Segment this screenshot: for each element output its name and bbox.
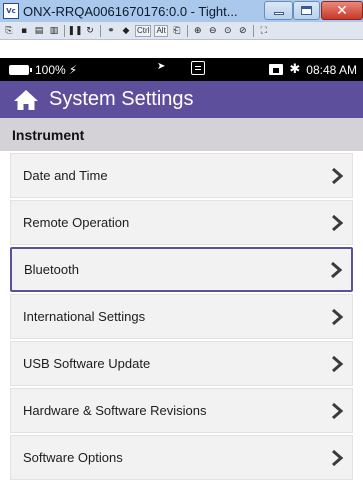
vnc-toolbar: ⎘ ▪ ▤ ▥ ❚❚ ↻ ⚭ ◆ Ctrl Alt ⎗ ⊕ ⊖ ⊙ ⊘ ⛶ xyxy=(0,22,363,40)
menu-item-label: Software Options xyxy=(23,450,123,465)
device-status-bar: 100% ⚡ ➤ ✱ 08:48 AM xyxy=(0,58,363,81)
page-title: System Settings xyxy=(49,88,194,110)
window-title: ONX-RRQA0061670176:0.0 - Tight... xyxy=(23,3,238,19)
window-titlebar[interactable]: Vc ONX-RRQA0061670176:0.0 - Tight... ✕ xyxy=(0,0,363,22)
pause-icon[interactable]: ❚❚ xyxy=(67,25,82,37)
menu-item-date-and-time[interactable]: Date and Time xyxy=(10,153,353,198)
menu-item-label: Date and Time xyxy=(23,168,108,183)
info-icon[interactable]: ▥ xyxy=(48,25,60,37)
refresh-icon[interactable]: ↻ xyxy=(84,25,96,37)
chevron-right-icon xyxy=(331,261,343,278)
zoom-fit-icon[interactable]: ⊘ xyxy=(237,25,249,37)
clipboard-icon[interactable]: ⎗ xyxy=(171,25,183,37)
chevron-right-icon xyxy=(332,214,344,231)
clock: 08:48 AM xyxy=(306,62,357,77)
chevron-right-icon xyxy=(332,167,344,184)
menu-item-bluetooth[interactable]: Bluetooth xyxy=(10,247,353,292)
ctrl-alt-del-icon[interactable]: ⚭ xyxy=(105,25,117,37)
chevron-right-icon xyxy=(332,355,344,372)
settings-list: Date and Time Remote Operation Bluetooth… xyxy=(0,151,363,480)
chevron-right-icon xyxy=(332,402,344,419)
section-header: Instrument xyxy=(0,118,363,151)
close-icon: ✕ xyxy=(336,2,348,19)
menu-item-hardware-software-revisions[interactable]: Hardware & Software Revisions xyxy=(10,388,353,433)
save-icon[interactable]: ▪ xyxy=(18,25,30,37)
battery-icon xyxy=(9,64,32,75)
toolbar-divider xyxy=(186,24,188,37)
zoom-100-icon[interactable]: ⊙ xyxy=(222,25,234,37)
chevron-right-icon xyxy=(332,308,344,325)
app-header: System Settings xyxy=(0,81,363,118)
toolbar-divider xyxy=(64,24,65,37)
ctrl-esc-icon[interactable]: ◆ xyxy=(120,25,132,37)
maximize-icon xyxy=(301,6,312,15)
maximize-button[interactable] xyxy=(293,1,320,20)
minimize-button[interactable] xyxy=(264,1,293,20)
menu-item-label: Bluetooth xyxy=(24,262,79,277)
battery-percentage: 100% xyxy=(35,62,66,77)
menu-item-label: International Settings xyxy=(23,309,146,324)
options-icon[interactable]: ▤ xyxy=(33,25,45,37)
toolbar-divider xyxy=(252,24,254,37)
storage-icon xyxy=(269,64,284,75)
new-connection-icon[interactable]: ⎘ xyxy=(3,25,15,37)
menu-item-international-settings[interactable]: International Settings xyxy=(10,294,353,339)
ctrl-key-button[interactable]: Ctrl xyxy=(135,24,152,37)
zoom-in-icon[interactable]: ⊕ xyxy=(192,25,204,37)
minimize-icon xyxy=(273,12,284,15)
keyboard-icon[interactable] xyxy=(191,61,205,75)
home-icon[interactable] xyxy=(13,89,39,111)
charging-icon: ⚡ xyxy=(68,62,78,77)
close-button[interactable]: ✕ xyxy=(321,1,363,20)
zoom-out-icon[interactable]: ⊖ xyxy=(207,25,219,37)
menu-item-label: Remote Operation xyxy=(23,215,130,230)
menu-item-usb-software-update[interactable]: USB Software Update xyxy=(10,341,353,386)
mouse-cursor-icon: ➤ xyxy=(157,61,166,72)
menu-item-software-options[interactable]: Software Options xyxy=(10,435,353,480)
menu-item-label: Hardware & Software Revisions xyxy=(23,403,207,418)
bluetooth-icon: ✱ xyxy=(289,62,301,77)
chevron-right-icon xyxy=(332,449,344,466)
menu-item-remote-operation[interactable]: Remote Operation xyxy=(10,200,353,245)
fullscreen-icon[interactable]: ⛶ xyxy=(258,25,270,37)
toolbar-divider xyxy=(100,24,101,37)
menu-item-label: USB Software Update xyxy=(23,356,151,371)
alt-key-button[interactable]: Alt xyxy=(154,24,168,37)
vnc-app-icon: Vc xyxy=(3,3,19,19)
